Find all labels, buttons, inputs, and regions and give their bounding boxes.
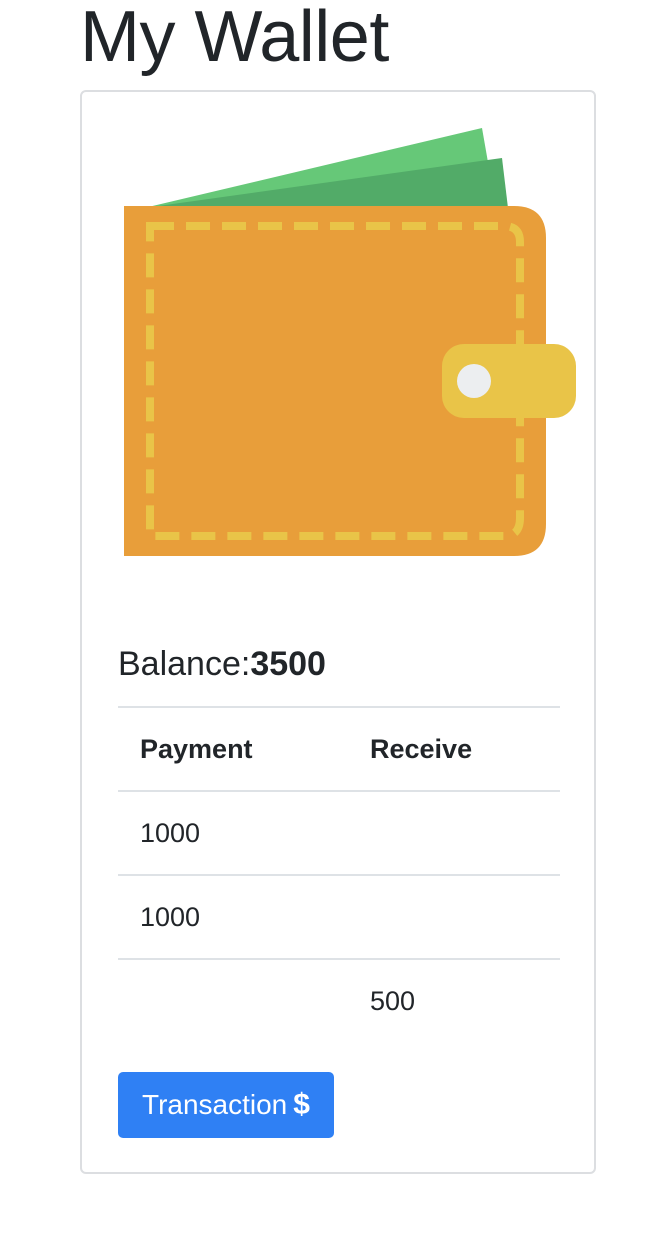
- receive-column-header: Receive: [348, 706, 560, 791]
- transactions-table: Payment Receive 1000 1000 500: [118, 706, 560, 1042]
- balance-label: Balance:: [118, 645, 251, 683]
- payment-cell: 1000: [118, 790, 348, 875]
- wallet-icon: [124, 128, 576, 556]
- payment-cell: [118, 958, 348, 1042]
- wallet-clasp-button: [457, 364, 491, 398]
- balance-display: Balance:3500: [118, 642, 326, 686]
- table-row: 1000: [118, 790, 560, 875]
- wallet-card: Balance:3500 Payment Receive 1000 1000 5…: [80, 90, 596, 1174]
- payment-cell: 1000: [118, 874, 348, 959]
- receive-cell: [348, 874, 560, 959]
- receive-cell: [348, 790, 560, 875]
- transaction-button-label: Transaction: [142, 1089, 288, 1120]
- table-header-row: Payment Receive: [118, 706, 560, 791]
- receive-cell: 500: [348, 958, 560, 1042]
- balance-value: 3500: [250, 645, 326, 683]
- table-row: 500: [118, 958, 560, 1042]
- page-title: My Wallet: [80, 0, 389, 77]
- transaction-button[interactable]: Transaction $: [118, 1072, 334, 1138]
- table-row: 1000: [118, 874, 560, 959]
- dollar-icon: $: [293, 1088, 310, 1121]
- payment-column-header: Payment: [118, 706, 348, 791]
